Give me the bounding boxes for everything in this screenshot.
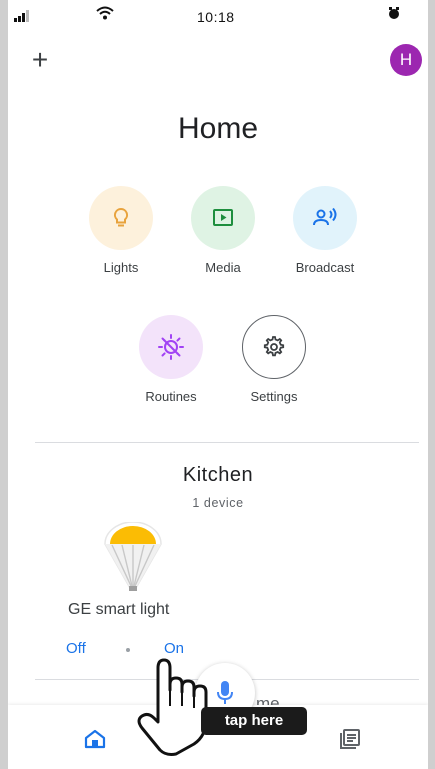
shortcut-label-settings: Settings (250, 389, 298, 404)
broadcast-circle (293, 186, 357, 250)
routines-circle (139, 315, 203, 379)
shortcut-routines[interactable]: Routines (126, 315, 216, 404)
broadcast-icon (313, 207, 337, 226)
separator-dot (126, 648, 130, 652)
gear-icon (263, 336, 285, 357)
shortcut-label-broadcast: Broadcast (295, 260, 355, 275)
shortcut-label-lights: Lights (103, 260, 139, 275)
divider-top (35, 442, 419, 443)
device-name: GE smart light (68, 601, 170, 618)
device-off-button[interactable]: Off (66, 640, 86, 657)
shortcut-media[interactable]: Media (178, 186, 268, 275)
signal-icon (14, 9, 32, 25)
shortcut-lights[interactable]: Lights (76, 186, 166, 275)
shortcut-settings[interactable]: Settings (229, 315, 319, 404)
app-screen: 10:18 + H Home Lights Media Broadcast Ro… (8, 0, 428, 769)
shortcut-label-routines: Routines (145, 389, 197, 404)
alarm-icon (388, 6, 400, 23)
feed-icon[interactable] (338, 727, 362, 756)
room-title: Kitchen (182, 464, 254, 486)
play-icon (213, 209, 233, 226)
media-circle (191, 186, 255, 250)
add-button[interactable]: + (28, 46, 52, 74)
avatar[interactable]: H (390, 44, 422, 76)
wifi-icon (96, 6, 114, 23)
tap-hint-badge: tap here (201, 707, 307, 735)
lights-circle (89, 186, 153, 250)
lightbulb-icon (113, 207, 129, 227)
status-time: 10:18 (197, 9, 235, 25)
status-bar: 10:18 (8, 0, 428, 36)
smart-bulb-icon[interactable] (102, 521, 164, 597)
settings-circle (242, 315, 306, 379)
shortcut-broadcast[interactable]: Broadcast (280, 186, 370, 275)
page-title: Home (177, 112, 259, 145)
room-device-count: 1 device (192, 496, 244, 510)
routines-icon (158, 334, 184, 360)
shortcut-label-media: Media (205, 260, 241, 275)
home-icon[interactable] (84, 729, 106, 754)
